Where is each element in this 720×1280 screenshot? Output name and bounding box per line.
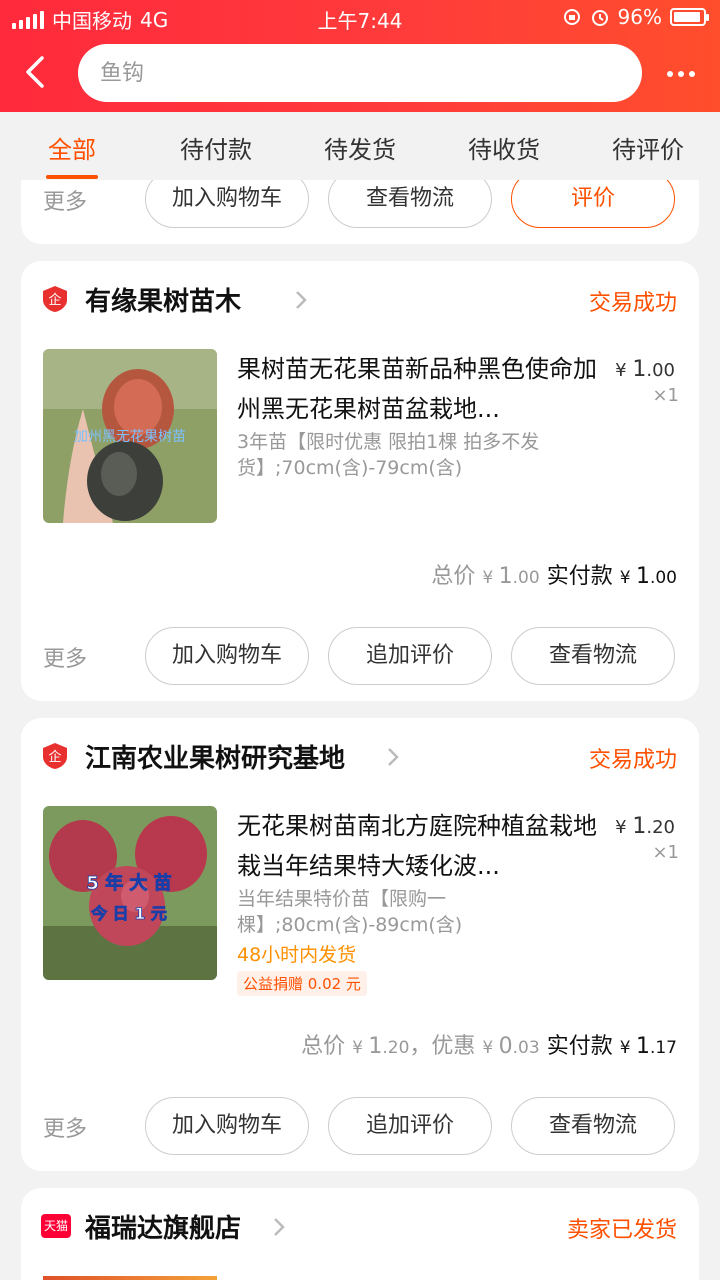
more-options-icon[interactable] (664, 62, 698, 86)
thumbnail-caption: 今 日 1 元 (90, 904, 167, 923)
product-price: ¥ 1.00 (615, 357, 675, 382)
back-arrow-icon[interactable] (18, 52, 58, 92)
order-status: 交易成功 (588, 748, 677, 773)
order-tabs: 全部 待付款 待发货 待收货 待评价 (0, 112, 720, 180)
thumbnail-caption: 加州黑无花果树苗 (74, 429, 186, 445)
order-status: 卖家已发货 (566, 1218, 677, 1243)
product-sku: 当年结果特价苗【限购一棵】;80cm(含)-89cm(含) (237, 888, 463, 936)
battery-percent: 96% (617, 5, 662, 29)
chevron-right-icon (274, 1218, 285, 1236)
alarm-icon (591, 10, 608, 26)
tab-pending-payment[interactable]: 待付款 (166, 130, 266, 165)
order-total: 总价 ¥ 1.20，优惠 ¥ 0.03 实付款 ¥ 1.17 (301, 1034, 677, 1059)
shop-name[interactable]: 江南农业果树研究基地 (85, 738, 345, 775)
order-card: 企 江南农业果树研究基地 交易成功 5 年 大 苗 今 日 1 元 无花果树苗南… (21, 718, 699, 1171)
charity-tag: 公益捐赠 0.02 元 (237, 971, 367, 996)
battery-icon (670, 8, 709, 26)
product-title[interactable]: 无花果树苗南北方庭院种植盆栽地栽当年结果特大矮化波... (237, 806, 597, 886)
rotation-lock-icon (563, 9, 580, 25)
tab-pending-review[interactable]: 待评价 (598, 130, 698, 165)
svg-text:企: 企 (48, 292, 61, 308)
shipping-promise: 48小时内发货 (237, 944, 357, 966)
more-link[interactable]: 更多 (43, 184, 87, 216)
add-review-button[interactable]: 追加评价 (328, 627, 492, 685)
shop-header[interactable]: 企 有缘果树苗木 交易成功 (21, 261, 699, 341)
svg-text:企: 企 (48, 749, 61, 765)
product-thumbnail[interactable]: 加州黑无花果树苗 (43, 349, 217, 523)
product-title[interactable]: 果树苗无花果苗新品种黑色使命加州黑无花果树苗盆栽地... (237, 349, 597, 429)
view-logistics-button[interactable]: 查看物流 (328, 180, 492, 228)
order-card: 企 有缘果树苗木 交易成功 加州黑无花果树苗 果树苗无花果苗新品种黑色使命加州黑… (21, 261, 699, 701)
view-logistics-button[interactable]: 查看物流 (511, 627, 675, 685)
tmall-icon: 天猫 (41, 1214, 71, 1238)
product-quantity: ×1 (652, 385, 679, 406)
tab-pending-receipt[interactable]: 待收货 (454, 130, 554, 165)
chevron-right-icon (388, 748, 399, 766)
tab-pending-shipment[interactable]: 待发货 (310, 130, 410, 165)
active-tab-indicator (46, 175, 98, 179)
order-status: 交易成功 (588, 291, 677, 316)
app-header: 中国移动 4G 上午7:44 96% (0, 0, 720, 112)
order-total: 总价 ¥ 1.00 实付款 ¥ 1.00 (431, 564, 677, 589)
status-bar: 中国移动 4G 上午7:44 96% (0, 0, 720, 36)
review-button[interactable]: 评价 (511, 180, 675, 228)
add-to-cart-button[interactable]: 加入购物车 (145, 627, 309, 685)
enterprise-shop-icon: 企 (43, 743, 67, 769)
product-sku: 3年苗【限时优惠 限拍1棵 拍多不发货】;70cm(含)-79cm(含) (237, 431, 540, 479)
add-review-button[interactable]: 追加评价 (328, 1097, 492, 1155)
view-logistics-button[interactable]: 查看物流 (511, 1097, 675, 1155)
add-to-cart-button[interactable]: 加入购物车 (145, 1097, 309, 1155)
order-card: 更多 加入购物车 查看物流 评价 (21, 180, 699, 244)
product-thumbnail[interactable]: 5 年 大 苗 今 日 1 元 (43, 806, 217, 980)
order-card: 天猫 福瑞达旗舰店 卖家已发货 (21, 1188, 699, 1280)
shop-header[interactable]: 天猫 福瑞达旗舰店 卖家已发货 (21, 1188, 699, 1268)
search-box[interactable] (78, 44, 642, 102)
product-thumbnail[interactable] (43, 1276, 217, 1280)
more-link[interactable]: 更多 (43, 1111, 87, 1143)
search-input[interactable] (78, 44, 642, 102)
shop-name[interactable]: 福瑞达旗舰店 (85, 1208, 241, 1245)
chevron-right-icon (296, 291, 307, 309)
add-to-cart-button[interactable]: 加入购物车 (145, 180, 309, 228)
thumbnail-caption: 5 年 大 苗 (86, 872, 171, 894)
more-link[interactable]: 更多 (43, 641, 87, 673)
product-quantity: ×1 (652, 842, 679, 863)
enterprise-shop-icon: 企 (43, 286, 67, 312)
tab-all[interactable]: 全部 (22, 130, 122, 165)
product-price: ¥ 1.20 (615, 814, 675, 839)
shop-header[interactable]: 企 江南农业果树研究基地 交易成功 (21, 718, 699, 798)
shop-name[interactable]: 有缘果树苗木 (85, 281, 241, 318)
